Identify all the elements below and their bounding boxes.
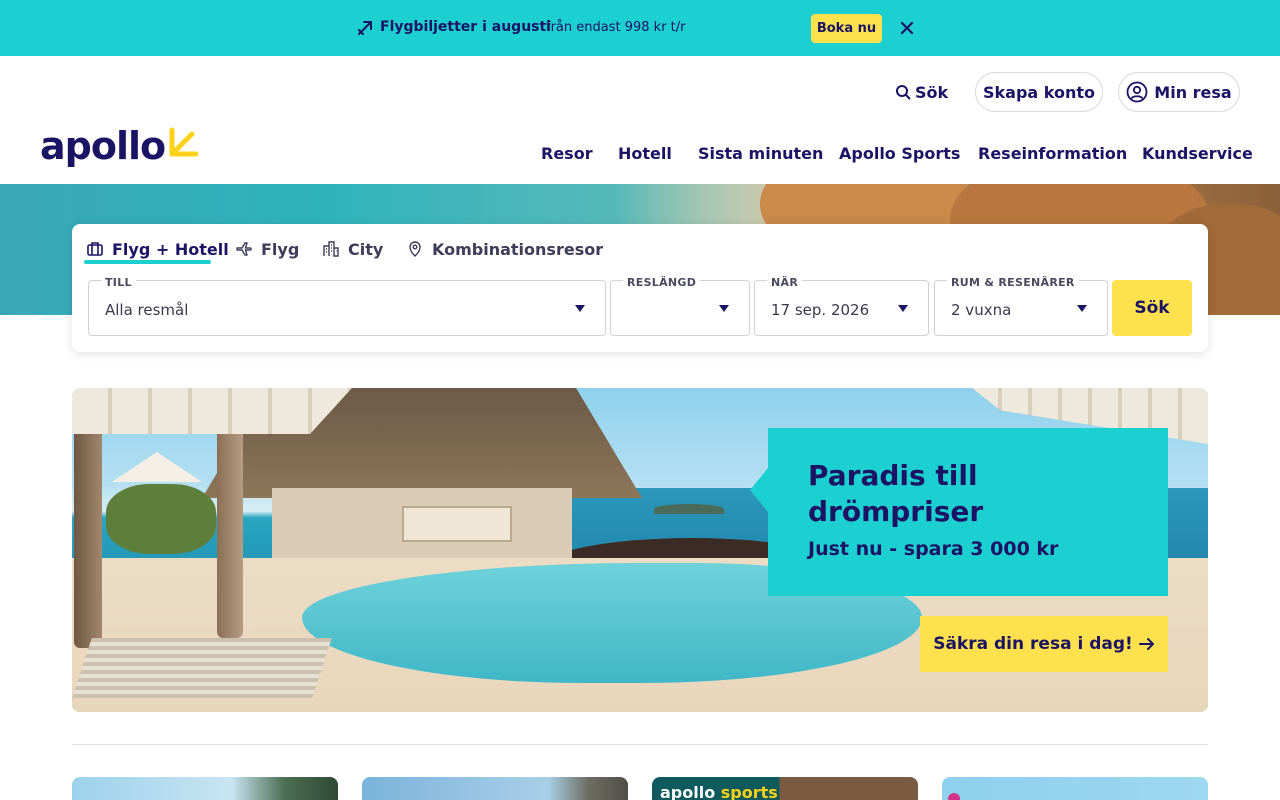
tab-kombinationsresor[interactable]: Kombinationsresor — [406, 236, 603, 262]
nav-item-kundservice[interactable]: Kundservice — [1142, 144, 1253, 166]
destination-card[interactable] — [72, 777, 338, 800]
suitcase-icon — [87, 242, 103, 256]
promo-banner: Flygbiljetter i augusti från endast 998 … — [0, 0, 1280, 56]
nav-item-apollo-sports[interactable]: Apollo Sports — [839, 144, 960, 166]
header-search-link[interactable]: Sök — [895, 82, 948, 102]
date-label: NÄR — [767, 276, 803, 289]
header-search-label: Sök — [915, 82, 949, 102]
rooms-travellers-value: 2 vuxna — [951, 301, 1012, 319]
rooms-travellers-select[interactable]: RUM & RESENÄRER 2 vuxna — [934, 276, 1108, 336]
close-icon[interactable] — [897, 18, 917, 38]
arrow-right-icon — [1138, 638, 1154, 650]
trip-length-label: RESLÄNGD — [623, 276, 701, 289]
destination-select[interactable]: TILL Alla resmål — [88, 276, 606, 336]
rooms-travellers-label: RUM & RESENÄRER — [947, 276, 1079, 289]
city-icon — [323, 241, 339, 257]
destination-card[interactable] — [362, 777, 628, 800]
logo-text: apollo — [40, 124, 166, 168]
date-value: 17 sep. 2026 — [771, 301, 870, 319]
search-panel: Flyg + Hotell Flyg City Kombinationsreso… — [72, 224, 1208, 352]
nav-item-reseinformation[interactable]: Reseinformation — [978, 144, 1127, 166]
promo-title: Flygbiljetter i augusti — [380, 19, 551, 35]
destination-card[interactable] — [942, 777, 1208, 800]
date-select[interactable]: NÄR 17 sep. 2026 — [754, 276, 929, 336]
hero-title: Paradis till drömpriser — [808, 459, 984, 528]
logo-sun-icon — [169, 127, 198, 157]
search-icon — [896, 85, 911, 100]
apollo-sports-card[interactable]: apollo sports — [652, 777, 918, 800]
apollo-sports-logo: apollo sports — [660, 783, 778, 800]
chevron-down-icon — [1077, 305, 1087, 312]
promo-subtitle: från endast 998 kr t/r — [546, 20, 686, 35]
chevron-down-icon — [719, 305, 729, 312]
my-trip-label: Min resa — [1154, 82, 1232, 102]
nav-item-hotell[interactable]: Hotell — [618, 144, 672, 166]
tab-label: Kombinationsresor — [432, 239, 604, 259]
plane-tag-icon — [358, 21, 372, 35]
hero-offer-card: Paradis till drömpriser Just nu - spara … — [750, 428, 1168, 596]
nav-item-sista-minuten[interactable]: Sista minuten — [698, 144, 823, 166]
destination-value: Alla resmål — [105, 301, 189, 319]
tab-label: Flyg — [261, 239, 300, 259]
my-trip-button[interactable]: Min resa — [1118, 72, 1240, 112]
create-account-button[interactable]: Skapa konto — [975, 72, 1103, 112]
map-pin-icon — [409, 241, 421, 257]
chevron-down-icon — [898, 305, 908, 312]
tab-city[interactable]: City — [322, 236, 383, 262]
hero-cta-button[interactable]: Säkra din resa i dag! — [920, 616, 1168, 672]
hero-cta-label: Säkra din resa i dag! — [933, 634, 1133, 654]
create-account-label: Skapa konto — [982, 82, 1095, 102]
plane-icon — [236, 242, 252, 256]
search-submit-button[interactable]: Sök — [1112, 280, 1192, 336]
destination-label: TILL — [101, 276, 136, 289]
tab-label: City — [348, 239, 384, 259]
hero-subtitle: Just nu - spara 3 000 kr — [808, 538, 1059, 560]
nav-item-resor[interactable]: Resor — [541, 144, 593, 166]
hero-banner[interactable]: Paradis till drömpriser Just nu - spara … — [72, 388, 1208, 712]
chevron-down-icon — [575, 305, 585, 312]
tab-label: Flyg + Hotell — [112, 239, 229, 259]
active-tab-indicator — [84, 260, 211, 264]
book-now-button[interactable]: Boka nu — [811, 14, 882, 43]
palm-trunk-image — [217, 428, 243, 638]
tab-flyg-hotell[interactable]: Flyg + Hotell — [86, 236, 229, 262]
section-divider — [72, 744, 1208, 745]
trip-length-select[interactable]: RESLÄNGD — [610, 276, 750, 336]
user-icon — [1126, 81, 1148, 103]
tab-flyg[interactable]: Flyg — [235, 236, 299, 262]
apollo-logo[interactable]: apollo — [40, 124, 200, 170]
